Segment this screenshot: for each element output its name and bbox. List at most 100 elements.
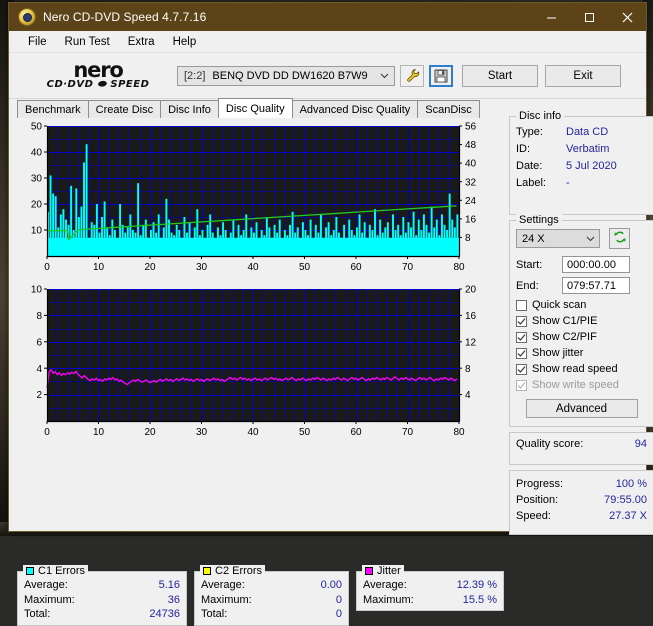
c2-errors-title: C2 Errors: [215, 565, 262, 577]
svg-text:80: 80: [453, 427, 465, 438]
checkbox-quick-scan[interactable]: Quick scan: [516, 298, 647, 313]
disc-id-label: ID:: [516, 141, 566, 158]
svg-text:0: 0: [44, 427, 50, 438]
svg-text:80: 80: [453, 262, 465, 273]
svg-text:60: 60: [350, 427, 362, 438]
svg-text:8: 8: [36, 311, 42, 322]
progress-label: Progress:: [516, 476, 563, 492]
checkbox-show-c1-pie[interactable]: Show C1/PIE: [516, 314, 647, 329]
jitter-average-row: Average: 12.39 %: [363, 578, 497, 593]
disc-type-label: Type:: [516, 124, 566, 141]
end-input[interactable]: 079:57.71: [562, 277, 630, 294]
maximize-icon[interactable]: [570, 3, 608, 31]
tab-scandisc[interactable]: ScanDisc: [417, 100, 479, 118]
jitter-chart-canvas: 2468104812162001020304050607080: [17, 281, 504, 443]
application-window: Nero CD-DVD Speed 4.7.7.16 File Run Test…: [8, 2, 647, 532]
c1-average-value: 5.16: [159, 578, 180, 593]
svg-text:50: 50: [299, 262, 311, 273]
checkbox-show-jitter[interactable]: Show jitter: [516, 346, 647, 361]
c1-errors-title: C1 Errors: [38, 565, 85, 577]
menu-item-run-test[interactable]: Run Test: [56, 34, 119, 50]
speed-row: Speed: 27.37 X: [516, 508, 647, 524]
checkbox-box: [516, 364, 527, 375]
start-input[interactable]: 000:00.00: [562, 256, 630, 273]
svg-text:40: 40: [247, 427, 259, 438]
menu-item-help[interactable]: Help: [164, 34, 206, 50]
statistics-bar: C1 Errors Average: 5.16 Maximum: 36 Tota…: [17, 571, 504, 626]
svg-text:0: 0: [44, 262, 50, 273]
refresh-button[interactable]: [609, 228, 630, 249]
svg-text:20: 20: [144, 262, 156, 273]
tab-advanced-disc-quality[interactable]: Advanced Disc Quality: [292, 100, 419, 118]
quality-score-label: Quality score:: [516, 438, 583, 450]
exit-button[interactable]: Exit: [545, 65, 621, 87]
menu-item-file[interactable]: File: [19, 34, 56, 50]
tab-disc-info[interactable]: Disc Info: [160, 100, 219, 118]
start-row: Start: 000:00.00: [516, 256, 647, 273]
checkbox-box: [516, 300, 527, 311]
c1-total-value: 24736: [149, 607, 180, 622]
wrench-icon[interactable]: [400, 65, 424, 87]
svg-text:70: 70: [402, 427, 414, 438]
svg-text:16: 16: [465, 214, 477, 225]
tab-disc-quality[interactable]: Disc Quality: [218, 98, 293, 118]
c2-average-row: Average: 0.00: [201, 578, 342, 593]
c2-average-label: Average:: [201, 578, 245, 593]
minimize-icon[interactable]: [532, 3, 570, 31]
tab-benchmark[interactable]: Benchmark: [17, 100, 89, 118]
jitter-chart: 2468104812162001020304050607080: [17, 281, 504, 443]
advanced-button[interactable]: Advanced: [526, 399, 638, 418]
jitter-color-swatch: [365, 567, 373, 575]
checkbox-label: Show C2/PIF: [532, 330, 597, 345]
close-icon[interactable]: [608, 3, 646, 31]
svg-text:6: 6: [36, 337, 42, 348]
c1-error-chart-canvas: 1020304050816243240485601020304050607080: [17, 118, 504, 278]
svg-text:24: 24: [465, 196, 477, 207]
logo-nero-text: nero: [23, 62, 173, 79]
svg-text:4: 4: [36, 364, 42, 375]
position-value: 79:55.00: [604, 492, 647, 508]
c1-errors-group: C1 Errors Average: 5.16 Maximum: 36 Tota…: [17, 571, 187, 626]
checkbox-show-read-speed[interactable]: Show read speed: [516, 362, 647, 377]
drive-name: BENQ DVD DD DW1620 B7W9: [212, 70, 367, 82]
checkbox-label: Show read speed: [532, 362, 618, 377]
drive-select[interactable]: [2:2] BENQ DVD DD DW1620 B7W9: [177, 66, 395, 86]
svg-text:20: 20: [465, 285, 477, 296]
svg-text:60: 60: [350, 262, 362, 273]
svg-text:56: 56: [465, 122, 477, 133]
chevron-down-icon: [380, 71, 389, 80]
tab-create-disc[interactable]: Create Disc: [88, 100, 161, 118]
disc-info-group: Disc info Type: Data CD ID: Verbatim Dat…: [509, 116, 653, 215]
disc-id-row: ID: Verbatim: [516, 141, 647, 158]
position-label: Position:: [516, 492, 558, 508]
svg-text:10: 10: [31, 285, 43, 296]
floppy-save-icon[interactable]: [429, 65, 453, 87]
c2-total-value: 0: [336, 607, 342, 622]
checkbox-box: [516, 332, 527, 343]
disc-date-value: 5 Jul 2020: [566, 158, 617, 175]
quality-score-row: Quality score: 94: [516, 438, 647, 450]
progress-row: Progress: 100 %: [516, 476, 647, 492]
svg-text:30: 30: [31, 174, 43, 185]
svg-text:12: 12: [465, 337, 477, 348]
svg-text:8: 8: [465, 233, 471, 244]
svg-text:32: 32: [465, 177, 477, 188]
svg-text:40: 40: [247, 262, 259, 273]
end-row: End: 079:57.71: [516, 277, 647, 294]
menu-bar: File Run Test Extra Help: [9, 31, 646, 53]
start-button[interactable]: Start: [462, 65, 538, 87]
checkbox-show-c2-pif[interactable]: Show C2/PIF: [516, 330, 647, 345]
c1-error-chart: 1020304050816243240485601020304050607080: [17, 118, 504, 278]
c1-total-row: Total: 24736: [24, 607, 180, 622]
svg-text:8: 8: [465, 364, 471, 375]
c2-total-row: Total: 0: [201, 607, 342, 622]
svg-text:4: 4: [465, 390, 471, 401]
nero-logo: nero CD·DVD ⬬ SPEED: [23, 62, 173, 90]
svg-text:2: 2: [36, 390, 42, 401]
speed-select[interactable]: 24 X: [516, 229, 600, 248]
checkbox-label: Show jitter: [532, 346, 583, 361]
menu-item-extra[interactable]: Extra: [119, 34, 164, 50]
title-bar: Nero CD-DVD Speed 4.7.7.16: [9, 3, 646, 31]
c2-maximum-row: Maximum: 0: [201, 593, 342, 608]
end-label: End:: [516, 280, 562, 292]
